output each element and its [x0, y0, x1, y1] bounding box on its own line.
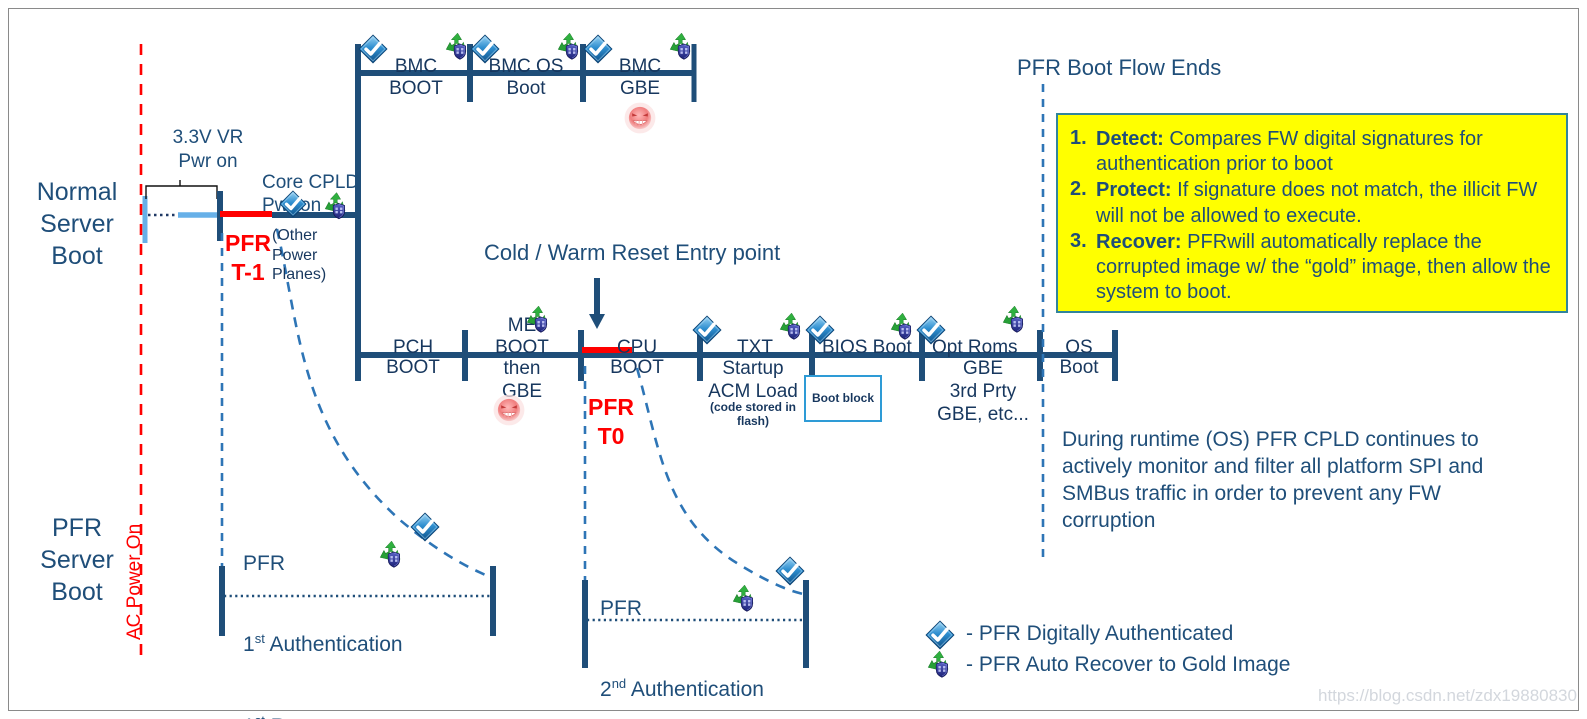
main-seg-3-note: (code stored in flash) [709, 400, 796, 429]
main-seg-5-bottom: GBE 3rd Prty GBE, etc... [937, 358, 1029, 426]
pfr-t1-label: PFR T-1 [225, 230, 271, 285]
pfr-block-1-line-1: PFR [243, 551, 285, 575]
recycle-shield-icon [925, 648, 953, 682]
recycle-shield-icon [443, 30, 471, 64]
pfr-block-1-line-3-pre: 1 [243, 715, 255, 719]
callout-item-2-number: 2. [1070, 178, 1087, 201]
malware-face-icon [623, 101, 657, 135]
main-seg-5-top: Opt Roms [932, 337, 1018, 358]
row-label-pfr-server-boot: PFR Server Boot [40, 514, 114, 606]
main-seg-0-top: PCH [392, 337, 434, 358]
legend-label-authenticated: - PFR Digitally Authenticated [966, 622, 1234, 645]
recycle-shield-icon [555, 30, 583, 64]
callout-item-3-number: 3. [1070, 229, 1087, 252]
pfr-block-2: PFR 2nd Authentication 2nd Recovery BIOS… [600, 540, 764, 719]
pfr-block-1-line-2: 1st Authentication [243, 631, 486, 658]
main-seg-6-bottom: Boot [1059, 357, 1099, 378]
cold-warm-arrow-head [589, 314, 605, 329]
recycle-shield-icon [377, 538, 405, 572]
row-label-normal-server-boot: Normal Server Boot [36, 178, 118, 270]
vr-power-label: 3.3V VR Pwr on [172, 127, 244, 172]
pfr-block-2-line-2-sup: nd [611, 676, 627, 692]
shield-check-icon [691, 314, 723, 346]
callout-item-1-title: Detect: [1096, 128, 1164, 150]
pfr-block-1-line-2-post: Authentication [264, 633, 403, 657]
cold-warm-reset-label: Cold / Warm Reset Entry point [484, 240, 781, 265]
main-seg-1-bottom: BOOT [495, 337, 549, 358]
main-seg-6-top: OS [1065, 337, 1093, 358]
callout-item-3-title: Recover: [1096, 230, 1182, 253]
shield-check-icon [582, 33, 614, 65]
callout-item-1-number: 1. [1070, 127, 1087, 149]
recycle-shield-icon [888, 310, 916, 344]
main-seg-1-top: ME [507, 315, 537, 336]
shield-check-icon [804, 314, 836, 346]
pfr-boot-flow-ends-label: PFR Boot Flow Ends [1017, 55, 1222, 80]
source-watermark: https://blog.csdn.net/zdx19880830 [1318, 686, 1577, 705]
ac-power-on-label: AC Power On [124, 523, 145, 640]
callout-item-1-text: Detect: Compares FW digital signatures f… [1096, 127, 1552, 177]
shield-check-icon [357, 33, 389, 65]
pfr-block-2-line-2-pre: 2 [600, 678, 612, 702]
pfr-block-1-line-3-post: Recovery [265, 715, 360, 719]
diagram-canvas: Normal Server Boot PFR Server Boot AC Po… [0, 0, 1587, 719]
legend-label-auto-recover: - PFR Auto Recover to Gold Image [966, 653, 1291, 676]
bmc-seg-2-bottom: GBE [619, 78, 661, 99]
pfr-callout-box: 1. Detect: Compares FW digital signature… [1056, 113, 1568, 313]
callout-item-2: 2. Protect: If signature does not match,… [1062, 178, 1552, 228]
boot-block-box: Boot block [804, 375, 882, 422]
shield-check-icon [469, 33, 501, 65]
main-seg-3-bottom: Startup ACM Load [708, 358, 798, 403]
callout-item-3: 3. Recover: PFRwill automatically replac… [1062, 230, 1552, 306]
shield-check-icon [915, 314, 947, 346]
bmc-seg-0-bottom: BOOT [389, 78, 443, 99]
bmc-seg-1-bottom: Boot [506, 78, 546, 99]
pfr-block-2-line-2-post: Authentication [626, 678, 764, 702]
recycle-shield-icon [777, 310, 805, 344]
pfr-block-1-line-2-sup: st [254, 631, 265, 647]
shield-check-icon [924, 619, 956, 651]
pfr-t0-label: PFR T0 [588, 394, 634, 449]
boot-block-label: Boot block [812, 391, 874, 406]
main-seg-2-top: CPU [616, 337, 658, 358]
core-cpld-sublabel: (Other Power Planes) [272, 227, 327, 284]
shield-check-icon [278, 189, 308, 219]
pfr-block-1-line-2-pre: 1 [243, 633, 255, 657]
runtime-note: During runtime (OS) PFR CPLD continues t… [1062, 428, 1484, 532]
recycle-shield-icon [667, 30, 695, 64]
main-seg-0-bottom: BOOT [386, 357, 440, 378]
recycle-shield-icon [524, 303, 552, 337]
pfr-block-1-line-3: 1st Recovery [243, 713, 486, 719]
shield-check-icon [774, 555, 806, 587]
pfr-block-1-line-3-sup: st [255, 713, 265, 719]
recycle-shield-icon [1000, 303, 1028, 337]
shield-check-icon [409, 511, 441, 543]
pfr-block-1: PFR 1st Authentication 1st Recovery of D… [243, 495, 486, 719]
callout-item-2-title: Protect: [1096, 179, 1172, 202]
malware-face-icon [492, 393, 526, 427]
main-seg-2-bottom: BOOT [610, 357, 664, 378]
pfr-block-2-line-2: 2nd Authentication [600, 676, 764, 703]
vr-brace [145, 180, 218, 199]
callout-item-3-text: Recover: PFRwill automatically replace t… [1096, 230, 1552, 306]
recycle-shield-icon [730, 582, 758, 616]
recycle-shield-icon [322, 190, 350, 223]
callout-item-2-text: Protect: If signature does not match, th… [1096, 178, 1552, 228]
callout-item-1: 1. Detect: Compares FW digital signature… [1062, 127, 1552, 177]
